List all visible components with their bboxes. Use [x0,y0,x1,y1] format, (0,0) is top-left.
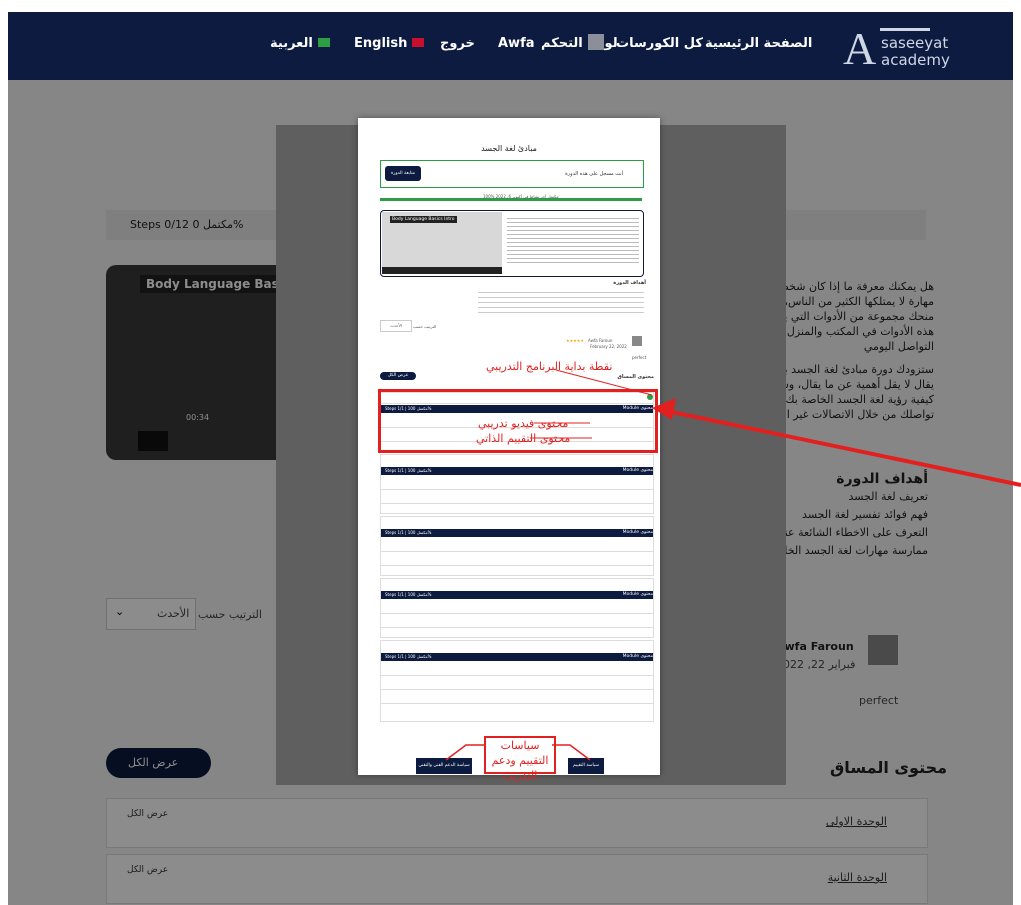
red-arrow-icon [661,408,1021,487]
arrow-head-icon [652,398,676,420]
annotation-arrows [445,369,1021,761]
